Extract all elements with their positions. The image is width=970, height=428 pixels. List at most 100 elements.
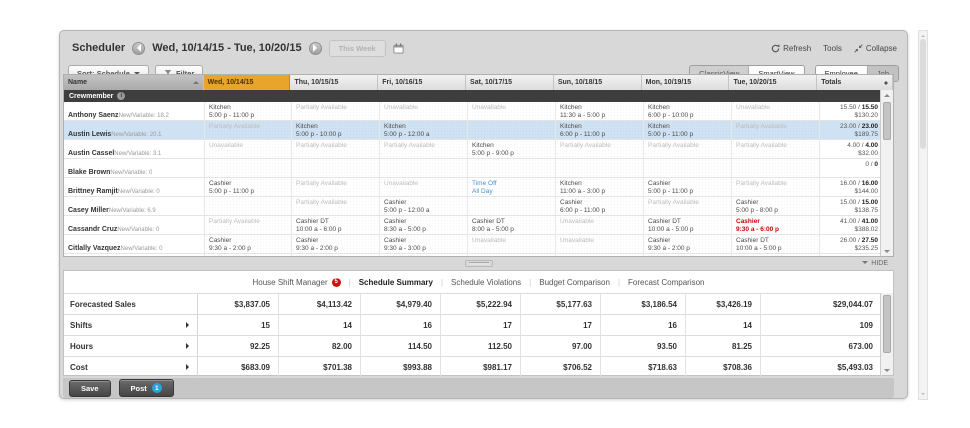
schedule-cell[interactable]: Partially Available — [643, 197, 731, 215]
tab-forecast-comparison[interactable]: Forecast Comparison — [628, 278, 704, 287]
splitter-handle-icon[interactable] — [465, 260, 493, 267]
column-header-day6[interactable]: Mon, 10/19/15 — [642, 75, 730, 90]
schedule-cell[interactable]: Unavailable — [731, 102, 819, 120]
grid-scrollbar[interactable] — [880, 90, 893, 256]
calendar-icon[interactable] — [393, 43, 404, 54]
schedule-cell[interactable]: Cashier9:30 a - 3:00 p — [379, 235, 467, 253]
expander-icon[interactable] — [186, 322, 192, 328]
schedule-cell[interactable]: Kitchen6:00 p - 11:00 p — [555, 121, 643, 139]
schedule-cell[interactable]: Cashier5:00 p - 11:00 p — [204, 178, 291, 196]
prev-week-button[interactable] — [132, 42, 145, 55]
refresh-button[interactable]: Refresh — [771, 44, 811, 53]
schedule-cell[interactable] — [379, 159, 467, 177]
schedule-cell[interactable] — [467, 121, 555, 139]
schedule-cell[interactable]: Kitchen5:00 p - 12:00 a — [379, 121, 467, 139]
tab-schedule-violations[interactable]: Schedule Violations — [451, 278, 521, 287]
summary-scrollbar[interactable] — [880, 293, 893, 375]
group-row-crewmember[interactable]: Crewmember i — [64, 90, 882, 102]
schedule-cell[interactable]: Kitchen11:30 a - 5:00 p — [555, 102, 643, 120]
schedule-cell[interactable]: Partially Available — [291, 140, 379, 158]
employee-name-cell[interactable]: Brittney RamjitNew/Variable: 0 — [64, 178, 204, 196]
schedule-cell[interactable]: Partially Available — [731, 140, 819, 158]
page-scrollbar[interactable] — [918, 30, 928, 400]
column-header-day3[interactable]: Fri, 10/16/15 — [378, 75, 466, 90]
schedule-cell[interactable]: Partially Available — [379, 140, 467, 158]
schedule-cell[interactable]: Unavailable — [555, 216, 643, 234]
schedule-cell[interactable]: Time OffAll Day — [467, 178, 555, 196]
column-header-day2[interactable]: Thu, 10/15/15 — [290, 75, 378, 90]
schedule-cell[interactable] — [204, 159, 291, 177]
schedule-cell[interactable] — [643, 159, 731, 177]
schedule-cell[interactable] — [731, 159, 819, 177]
column-header-name[interactable]: Name — [64, 75, 204, 90]
summary-scroll-thumb[interactable] — [883, 295, 891, 353]
save-button[interactable]: Save — [69, 380, 111, 397]
schedule-cell[interactable] — [467, 197, 555, 215]
schedule-cell[interactable]: Partially Available — [555, 140, 643, 158]
tab-house-shift-manager[interactable]: House Shift Manager5 — [252, 278, 340, 287]
schedule-cell[interactable]: Partially Available — [291, 102, 379, 120]
schedule-cell[interactable]: Unavailable — [467, 235, 555, 253]
collapse-button[interactable]: Collapse — [854, 44, 897, 53]
employee-name-cell[interactable]: Cassandr CruzNew/Variable: 0 — [64, 216, 204, 234]
schedule-cell[interactable]: Partially Available — [643, 140, 731, 158]
column-header-day4[interactable]: Sat, 10/17/15 — [466, 75, 554, 90]
scroll-down-icon[interactable] — [881, 365, 893, 375]
schedule-cell[interactable]: Cashier9:30 a - 2:00 p — [643, 235, 731, 253]
column-header-day7[interactable]: Tue, 10/20/15 — [729, 75, 817, 90]
schedule-cell[interactable]: Cashier DT8:00 a - 5:00 p — [467, 216, 555, 234]
schedule-cell[interactable]: Unavailable — [379, 178, 467, 196]
schedule-cell[interactable] — [555, 159, 643, 177]
next-week-button[interactable] — [309, 42, 322, 55]
schedule-cell[interactable]: Cashier DT10:00 a - 5:00 p — [731, 235, 819, 253]
schedule-cell[interactable]: Cashier8:30 a - 5:00 p — [379, 216, 467, 234]
employee-name-cell[interactable]: Blake BrownNew/Variable: 0 — [64, 159, 204, 177]
expander-icon[interactable] — [186, 364, 192, 370]
schedule-cell[interactable] — [204, 197, 291, 215]
schedule-cell[interactable] — [291, 159, 379, 177]
employee-name-cell[interactable]: Anthony SaenzNew/Variable: 18.2 — [64, 102, 204, 120]
tab-schedule-summary[interactable]: Schedule Summary — [359, 278, 433, 287]
tools-button[interactable]: Tools — [823, 44, 842, 53]
grid-scroll-thumb[interactable] — [883, 102, 891, 140]
tab-budget-comparison[interactable]: Budget Comparison — [539, 278, 610, 287]
column-header-totals[interactable]: Totals — [817, 75, 893, 90]
scroll-down-icon[interactable] — [881, 246, 893, 256]
schedule-cell[interactable]: Unavailable — [204, 140, 291, 158]
schedule-cell[interactable]: Cashier9:30 a - 6:00 p — [731, 216, 819, 234]
schedule-cell[interactable]: Cashier DT10:00 a - 5:00 p — [643, 216, 731, 234]
schedule-cell[interactable]: Kitchen5:00 p - 9:00 p — [467, 140, 555, 158]
schedule-cell[interactable]: Partially Available — [731, 121, 819, 139]
employee-name-cell[interactable]: Austin LewisNew/Variable: 20.1 — [64, 121, 204, 139]
column-header-day5[interactable]: Sun, 10/18/15 — [554, 75, 642, 90]
schedule-cell[interactable]: Cashier5:00 p - 8:00 p — [731, 197, 819, 215]
schedule-cell[interactable]: Partially Available — [204, 121, 291, 139]
schedule-cell[interactable]: Partially Available — [291, 178, 379, 196]
schedule-cell[interactable]: Kitchen5:00 p - 10:00 p — [291, 121, 379, 139]
schedule-cell[interactable]: Cashier6:00 p - 11:00 p — [555, 197, 643, 215]
scroll-up-icon[interactable] — [881, 90, 893, 100]
schedule-cell[interactable]: Unavailable — [467, 102, 555, 120]
schedule-cell[interactable]: Cashier9:30 a - 2:00 p — [204, 235, 291, 253]
sort-updown-icon[interactable] — [884, 79, 888, 87]
scroll-down-icon[interactable] — [921, 393, 925, 397]
schedule-cell[interactable]: Cashier DT10:00 a - 6:00 p — [291, 216, 379, 234]
schedule-cell[interactable]: Partially Available — [731, 178, 819, 196]
schedule-cell[interactable]: Kitchen11:00 a - 3:00 p — [555, 178, 643, 196]
employee-name-cell[interactable]: Austin CasselNew/Variable: 3.1 — [64, 140, 204, 158]
this-week-button[interactable]: This Week — [329, 40, 386, 57]
employee-name-cell[interactable]: Casey MillerNew/Variable: 6.9 — [64, 197, 204, 215]
schedule-cell[interactable]: Partially Available — [204, 216, 291, 234]
post-button[interactable]: Post 1 — [119, 379, 174, 397]
schedule-cell[interactable]: Partially Available — [291, 197, 379, 215]
column-header-day1[interactable]: Wed, 10/14/15 — [204, 75, 291, 90]
employee-name-cell[interactable]: Citlally VazquezNew/Variable: 0 — [64, 235, 204, 253]
schedule-cell[interactable]: Cashier5:00 p - 11:00 p — [643, 178, 731, 196]
info-icon[interactable]: i — [117, 92, 125, 100]
expander-icon[interactable] — [186, 343, 192, 349]
schedule-cell[interactable]: Cashier9:30 a - 2:00 p — [291, 235, 379, 253]
schedule-cell[interactable]: Unavailable — [379, 102, 467, 120]
schedule-cell[interactable]: Cashier5:00 p - 12:00 a — [379, 197, 467, 215]
hide-panel-link[interactable]: HIDE — [862, 259, 888, 267]
schedule-cell[interactable]: Kitchen6:00 p - 10:00 p — [643, 102, 731, 120]
